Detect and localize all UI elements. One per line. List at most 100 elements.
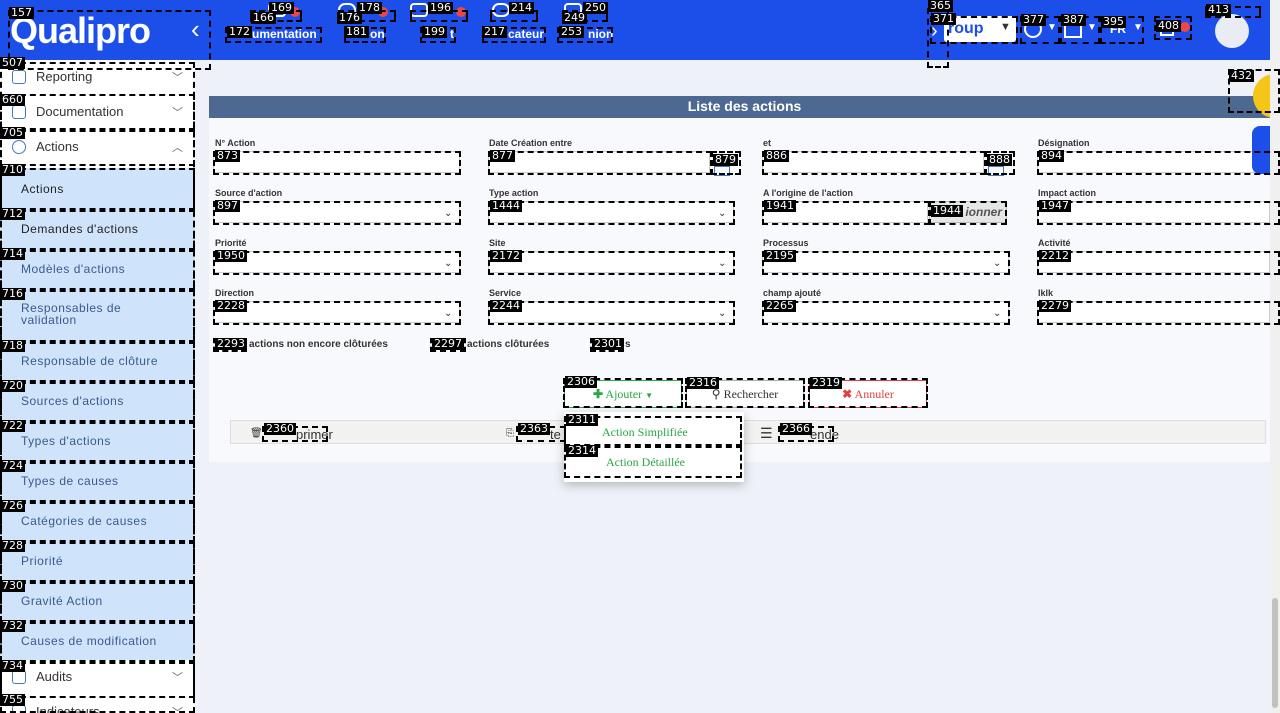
overlay-id: 755: [0, 693, 25, 706]
radio-label-toutes[interactable]: s: [625, 339, 631, 350]
overlay-id: 371: [931, 12, 956, 25]
field-label-processus: Processus: [763, 238, 809, 248]
overlay-box: [1037, 251, 1280, 275]
overlay-id: 2311: [566, 413, 598, 426]
field-label-lklk: lklk: [1038, 288, 1054, 298]
overlay-box: [488, 251, 735, 275]
overlay-box: [0, 94, 195, 130]
overlay-box: [0, 582, 195, 622]
overlay-id: 2212: [1039, 249, 1071, 262]
field-label-activite: Activité: [1038, 238, 1071, 248]
scrollbar-thumb[interactable]: [1272, 598, 1278, 708]
overlay-id: 2314: [566, 444, 598, 457]
overlay-id: 214: [509, 1, 534, 14]
overlay-box: [8, 10, 211, 70]
field-label-origine: A l'origine de l'action: [763, 188, 853, 198]
overlay-id: 1950: [215, 249, 247, 262]
page-title: Liste des actions: [209, 96, 1280, 118]
overlay-id: 732: [0, 619, 25, 632]
overlay-id: 196: [428, 1, 453, 14]
overlay-id: 507: [0, 56, 25, 69]
overlay-id: 873: [215, 149, 240, 162]
field-label-champ-ajoute: champ ajouté: [763, 288, 822, 298]
overlay-id: 432: [1229, 69, 1254, 82]
field-label-num-action: N° Action: [215, 138, 256, 148]
overlay-id: 1444: [490, 199, 522, 212]
overlay-box: [488, 301, 735, 325]
field-label-direction: Direction: [215, 288, 255, 298]
overlay-id: 365: [928, 0, 953, 12]
overlay-id: 734: [0, 659, 25, 672]
overlay-id: 1947: [1039, 199, 1071, 212]
overlay-box: [213, 251, 461, 275]
overlay-id: 660: [0, 93, 25, 106]
overlay-box: [762, 151, 986, 175]
overlay-box: [0, 382, 195, 422]
overlay-id: 2366: [780, 422, 812, 435]
trash-icon: 🗑: [250, 428, 263, 439]
overlay-id: 2316: [687, 376, 719, 389]
overlay-id: 879: [713, 153, 738, 166]
overlay-id: 387: [1061, 13, 1086, 26]
overlay-box: [1037, 201, 1280, 225]
overlay-id: 253: [559, 25, 584, 38]
avatar[interactable]: [1215, 14, 1249, 48]
overlay-id: 2301: [592, 337, 624, 350]
overlay-box: [488, 201, 735, 225]
overlay-id: 157: [9, 6, 34, 19]
radio-label-cloturees[interactable]: actions clôturées: [467, 339, 549, 350]
field-label-impact: Impact action: [1038, 188, 1097, 198]
overlay-box: [0, 622, 195, 662]
field-label-service: Service: [489, 288, 522, 298]
overlay-id: 172: [227, 25, 252, 38]
overlay-box: [0, 542, 195, 582]
overlay-box: [0, 502, 195, 542]
overlay-box: [213, 151, 461, 175]
overlay-id: 395: [1101, 15, 1126, 28]
field-label-site: Site: [489, 238, 506, 248]
overlay-id: 2363: [518, 422, 550, 435]
field-label-designation: Désignation: [1038, 138, 1090, 148]
field-label-source-action: Source d'action: [215, 188, 283, 198]
overlay-id: 712: [0, 207, 25, 220]
overlay-id: 2297: [432, 337, 464, 350]
overlay-id: 714: [0, 247, 25, 260]
field-label-et: et: [763, 138, 772, 148]
radio-label-non-cloturees[interactable]: actions non encore clôturées: [249, 339, 388, 350]
overlay-id: 2306: [565, 375, 597, 388]
overlay-box: [0, 168, 195, 210]
overlay-box: [1037, 301, 1280, 325]
overlay-box: [0, 250, 195, 290]
export-icon: ⎘: [506, 428, 514, 439]
overlay-box: [0, 422, 195, 462]
overlay-box: [0, 342, 195, 382]
overlay-id: 894: [1039, 149, 1064, 162]
overlay-id: 722: [0, 419, 25, 432]
overlay-id: 1944: [931, 204, 963, 217]
overlay-id: 166: [251, 11, 276, 24]
overlay-box: [0, 290, 195, 342]
overlay-box: [762, 301, 1010, 325]
overlay-id: 716: [0, 287, 25, 300]
list-icon: ☰: [760, 425, 773, 441]
overlay-box: [0, 662, 195, 698]
overlay-id: 2228: [215, 299, 247, 312]
overlay-id: 877: [490, 149, 515, 162]
overlay-id: 2293: [215, 337, 247, 350]
overlay-id: 897: [215, 199, 240, 212]
overlay-id: 181: [344, 25, 369, 38]
overlay-id: 178: [357, 1, 382, 14]
overlay-id: 726: [0, 499, 25, 512]
field-label-type-action: Type action: [489, 188, 539, 198]
overlay-id: 2279: [1039, 299, 1071, 312]
overlay-id: 199: [422, 25, 447, 38]
overlay-id: 1941: [764, 199, 796, 212]
overlay-box: [0, 462, 195, 502]
overlay-id: 2244: [490, 299, 522, 312]
overlay-id: 413: [1206, 3, 1231, 16]
table-toolbar: [230, 420, 1266, 444]
overlay-id: 730: [0, 579, 25, 592]
overlay-box: [0, 130, 195, 166]
overlay-box: [488, 151, 712, 175]
overlay-id: 728: [0, 539, 25, 552]
